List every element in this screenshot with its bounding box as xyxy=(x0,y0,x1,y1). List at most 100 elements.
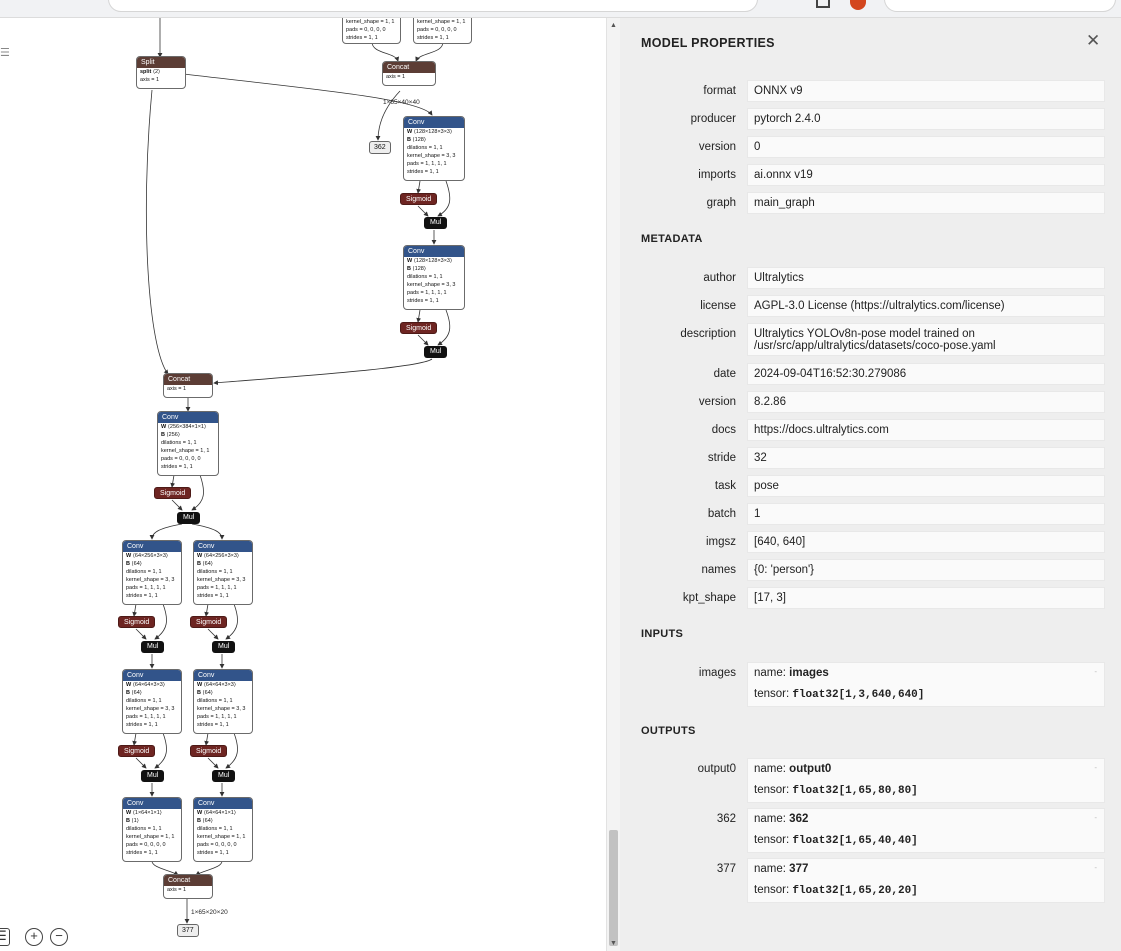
graph-node-mul[interactable]: Mul xyxy=(212,770,236,782)
node-title: Concat xyxy=(164,875,212,886)
node-attr: strides = 1, 1 xyxy=(126,849,158,856)
graph-node-sigmoid[interactable]: Sigmoid xyxy=(118,616,156,628)
node-attr-value: ⟨128⟩ xyxy=(412,265,426,272)
graph-node-concat[interactable]: Concat axis = 1 xyxy=(163,874,213,899)
node-attr: pads = 1, 1, 1, 1 xyxy=(197,584,237,591)
graph-node-partial[interactable]: kernel_shape = 1, 1 pads = 0, 0, 0, 0 st… xyxy=(342,18,401,44)
graph-node-mul[interactable]: Mul xyxy=(424,346,448,358)
property-label: 362 xyxy=(716,813,736,825)
node-attr-key: W xyxy=(126,682,132,688)
graph-node-conv[interactable]: Conv W ⟨64×64×3×3⟩ B ⟨64⟩ dilations = 1,… xyxy=(122,669,182,734)
address-bar[interactable] xyxy=(108,0,758,12)
node-attr: pads = 0, 0, 0, 0 xyxy=(161,455,201,462)
graph-output-362[interactable]: 362 xyxy=(369,141,391,154)
scrollbar-thumb[interactable] xyxy=(609,830,618,946)
node-title: Conv xyxy=(194,798,252,809)
name-prefix: name: xyxy=(754,763,790,775)
name-prefix: name: xyxy=(754,863,790,875)
node-attr-key: B xyxy=(126,817,130,824)
node-attr-key: B xyxy=(197,817,201,824)
property-value: {0: 'person'} xyxy=(747,559,1105,581)
property-label: author xyxy=(703,272,736,284)
node-attr-value: ⟨64×256×3×3⟩ xyxy=(132,553,169,559)
expand-icon[interactable]: - xyxy=(1094,666,1097,678)
graph-node-conv[interactable]: Conv W ⟨64×256×3×3⟩ B ⟨64⟩ dilations = 1… xyxy=(122,540,182,605)
graph-node-conv[interactable]: Conv W ⟨64×64×3×3⟩ B ⟨64⟩ dilations = 1,… xyxy=(193,669,253,734)
close-icon[interactable]: ✕ xyxy=(1086,31,1100,51)
graph-node-conv[interactable]: Conv W ⟨128×128×3×3⟩ B ⟨128⟩ dilations =… xyxy=(403,116,465,181)
argument-name: 377 xyxy=(789,863,809,875)
property-value: 2024-09-04T16:52:30.279086 xyxy=(747,363,1105,385)
argument-box[interactable]: name: 362 tensor: float32[1,65,40,40] - xyxy=(747,808,1105,853)
node-attr-value: ⟨64×64×3×3⟩ xyxy=(203,682,237,688)
graph-node-sigmoid[interactable]: Sigmoid xyxy=(190,616,228,628)
graph-node-mul[interactable]: Mul xyxy=(177,512,201,524)
browser-toolbar xyxy=(0,0,1121,18)
profile-icon[interactable] xyxy=(850,0,866,10)
graph-node-mul[interactable]: Mul xyxy=(141,641,165,653)
argument-name: images xyxy=(789,667,829,679)
node-attr-value: ⟨64×256×3×3⟩ xyxy=(203,553,240,559)
menu-icon[interactable]: ☰ xyxy=(0,46,10,59)
zoom-out-icon[interactable]: − xyxy=(50,928,68,946)
graph-node-conv[interactable]: Conv W ⟨64×256×3×3⟩ B ⟨64⟩ dilations = 1… xyxy=(193,540,253,605)
graph-output-377[interactable]: 377 xyxy=(177,924,199,937)
expand-icon[interactable]: - xyxy=(1094,862,1097,874)
tensor-prefix: tensor: xyxy=(754,784,793,796)
scroll-down-icon[interactable]: ▼ xyxy=(610,940,617,947)
argument-box[interactable]: name: output0 tensor: float32[1,65,80,80… xyxy=(747,758,1105,803)
zoom-in-icon[interactable]: + xyxy=(25,928,43,946)
graph-node-mul[interactable]: Mul xyxy=(424,217,448,229)
scroll-up-icon[interactable]: ▲ xyxy=(610,22,617,29)
property-label: format xyxy=(703,85,736,97)
graph-node-sigmoid[interactable]: Sigmoid xyxy=(154,487,192,499)
graph-node-sigmoid[interactable]: Sigmoid xyxy=(400,322,438,334)
graph-canvas[interactable]: ☰ kernel_shape = 1, 1 pads = 0, 0, 0, 0 … xyxy=(0,18,606,951)
search-bar[interactable] xyxy=(884,0,1116,12)
node-attr-key: W xyxy=(126,810,132,816)
node-attr: axis = 1 xyxy=(167,386,187,392)
node-attr-value: ⟨256⟩ xyxy=(166,431,180,438)
node-attr: axis = 1 xyxy=(386,74,406,80)
node-attr-value: ⟨64⟩ xyxy=(202,817,213,824)
property-label: version xyxy=(698,141,736,153)
node-attr: strides = 1, 1 xyxy=(197,721,229,728)
node-attr: pads = 0, 0, 0, 0 xyxy=(126,841,166,848)
graph-node-mul[interactable]: Mul xyxy=(141,770,165,782)
node-title: Conv xyxy=(123,541,181,552)
expand-icon[interactable]: - xyxy=(1094,812,1097,824)
node-attr-key: B xyxy=(407,136,411,143)
argument-name: output0 xyxy=(789,763,832,775)
property-value: 32 xyxy=(747,447,1105,469)
node-attr: pads = 0, 0, 0, 0 xyxy=(346,26,386,33)
node-attr: axis = 1 xyxy=(140,76,160,83)
node-attr: pads = 1, 1, 1, 1 xyxy=(126,713,166,720)
graph-scrollbar[interactable]: ▲ ▼ xyxy=(606,18,620,951)
node-attr-key: W xyxy=(161,424,167,430)
graph-node-conv[interactable]: Conv W ⟨1×64×1×1⟩ B ⟨1⟩ dilations = 1, 1… xyxy=(122,797,182,862)
node-attr: kernel_shape = 3, 3 xyxy=(407,281,456,288)
graph-node-sigmoid[interactable]: Sigmoid xyxy=(400,193,438,205)
graph-node-conv[interactable]: Conv W ⟨64×64×1×1⟩ B ⟨64⟩ dilations = 1,… xyxy=(193,797,253,862)
expand-icon[interactable]: - xyxy=(1094,762,1097,774)
graph-node-concat[interactable]: Concat axis = 1 xyxy=(382,61,436,86)
graph-node-conv[interactable]: Conv W ⟨128×128×3×3⟩ B ⟨128⟩ dilations =… xyxy=(403,245,465,310)
graph-node-mul[interactable]: Mul xyxy=(212,641,236,653)
graph-node-conv[interactable]: Conv W ⟨256×384×1×1⟩ B ⟨256⟩ dilations =… xyxy=(157,411,219,476)
node-attr: kernel_shape = 1, 1 xyxy=(197,833,246,840)
list-icon[interactable]: ☰ xyxy=(0,928,10,946)
graph-node-split[interactable]: Split split ⟨2⟩ axis = 1 xyxy=(136,56,186,89)
argument-box[interactable]: name: 377 tensor: float32[1,65,20,20] - xyxy=(747,858,1105,903)
tensor-prefix: tensor: xyxy=(754,688,793,700)
node-attr: pads = 1, 1, 1, 1 xyxy=(407,289,447,296)
extension-icon[interactable] xyxy=(816,0,830,8)
graph-node-sigmoid[interactable]: Sigmoid xyxy=(118,745,156,757)
property-value: [640, 640] xyxy=(747,531,1105,553)
graph-node-partial[interactable]: kernel_shape = 1, 1 pads = 0, 0, 0, 0 st… xyxy=(413,18,472,44)
node-attr-value: ⟨64×64×1×1⟩ xyxy=(203,810,237,816)
graph-node-concat[interactable]: Concat axis = 1 xyxy=(163,373,213,398)
property-label: images xyxy=(698,667,736,679)
graph-node-sigmoid[interactable]: Sigmoid xyxy=(190,745,228,757)
argument-box[interactable]: name: images tensor: float32[1,3,640,640… xyxy=(747,662,1105,707)
node-attr: strides = 1, 1 xyxy=(161,463,193,470)
